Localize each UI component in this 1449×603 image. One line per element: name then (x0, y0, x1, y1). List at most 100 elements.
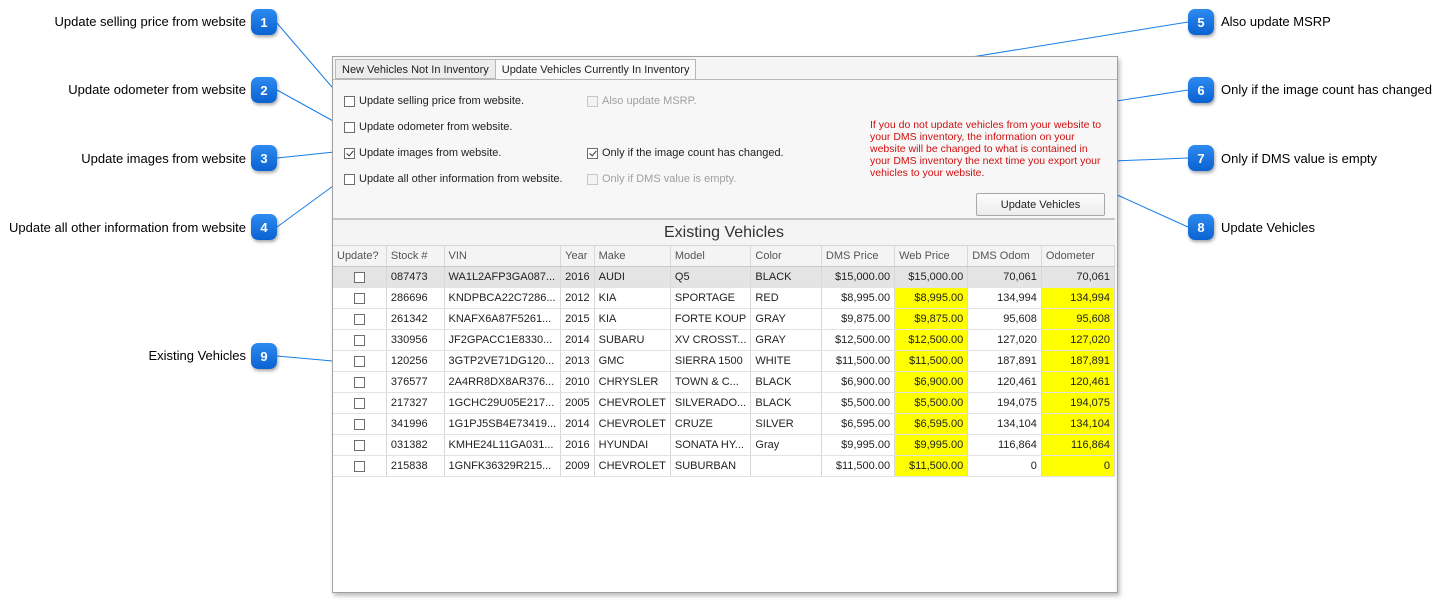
make-cell: SUBARU (594, 329, 671, 351)
table-row[interactable]: 261342 KNAFX6A87F5261... 2015 KIA FORTE KOUP… (333, 308, 1116, 330)
model-cell: FORTE KOUP (670, 308, 752, 330)
tab-new-vehicles[interactable]: New Vehicles Not In Inventory (335, 59, 496, 79)
row-update-checkbox[interactable] (353, 334, 365, 346)
stock-cell: 261342 (386, 308, 445, 330)
year-cell: 2016 (560, 434, 595, 456)
row-update-checkbox[interactable] (353, 355, 365, 367)
web-price-cell: $12,500.00 (894, 329, 969, 351)
table-row[interactable]: 330956 JF2GPACC1E8330... 2014 SUBARU XV CROS… (333, 329, 1116, 351)
update-odometer-option[interactable]: Update odometer from website. (344, 121, 512, 133)
column-header-vin[interactable]: VIN (444, 246, 562, 267)
color-cell: BLACK (750, 392, 822, 414)
dms-price-cell: $8,995.00 (821, 287, 896, 309)
update-odometer-label: Update odometer from website. (359, 121, 513, 133)
column-header-dms-odom[interactable]: DMS Odom (967, 246, 1042, 267)
make-cell: HYUNDAI (594, 434, 671, 456)
dms-value-empty-checkbox[interactable] (587, 173, 598, 185)
tab-strip: New Vehicles Not In Inventory Update Veh… (335, 59, 697, 81)
stock-cell: 217327 (386, 392, 445, 414)
stock-cell: 286696 (386, 287, 445, 309)
web-price-cell: $9,995.00 (894, 434, 969, 456)
model-cell: SIERRA 1500 (670, 350, 752, 372)
dms-odom-cell: 95,608 (967, 308, 1042, 330)
row-update-checkbox[interactable] (353, 397, 365, 409)
image-count-changed-checkbox[interactable] (587, 147, 598, 159)
dms-price-cell: $9,875.00 (821, 308, 896, 330)
row-update-checkbox[interactable] (353, 313, 365, 325)
update-selling-price-checkbox[interactable] (344, 95, 355, 107)
table-row[interactable]: 120256 3GTP2VE71DG120... 2013 GMC SIERRA 150… (333, 350, 1116, 372)
image-count-changed-option[interactable]: Only if the image count has changed. (587, 147, 784, 159)
dms-price-cell: $5,500.00 (821, 392, 896, 414)
row-update-checkbox[interactable] (353, 418, 365, 430)
update-all-other-option[interactable]: Update all other information from websit… (344, 173, 563, 185)
row-update-checkbox[interactable] (353, 439, 365, 451)
column-header-model[interactable]: Model (670, 246, 752, 267)
odometer-cell: 70,061 (1041, 266, 1116, 288)
stock-cell: 215838 (386, 455, 445, 477)
stock-cell: 376577 (386, 371, 445, 393)
table-row[interactable]: 217327 1GCHC29U05E217... 2005 CHEVROLET SILV… (333, 392, 1116, 414)
stock-cell: 120256 (386, 350, 445, 372)
model-cell: CRUZE (670, 413, 752, 435)
tab-update-vehicles[interactable]: Update Vehicles Currently In Inventory (494, 59, 697, 81)
update-selling-price-option[interactable]: Update selling price from website. (344, 95, 524, 107)
model-cell: Q5 (670, 266, 752, 288)
callout-badge-5: 5 (1188, 9, 1214, 35)
update-cell (333, 392, 387, 414)
vin-cell: 1G1PJ5SB4E73419... (444, 413, 562, 435)
dms-price-cell: $11,500.00 (821, 350, 896, 372)
make-cell: GMC (594, 350, 671, 372)
column-header-odometer[interactable]: Odometer (1041, 246, 1116, 267)
update-images-checkbox[interactable] (344, 147, 355, 159)
row-update-checkbox[interactable] (353, 376, 365, 388)
column-header-web-price[interactable]: Web Price (894, 246, 969, 267)
column-header-make[interactable]: Make (594, 246, 671, 267)
dms-value-empty-option[interactable]: Only if DMS value is empty. (587, 173, 736, 185)
vin-cell: 2A4RR8DX8AR376... (444, 371, 562, 393)
column-header-year[interactable]: Year (560, 246, 595, 267)
column-header-dms-price[interactable]: DMS Price (821, 246, 896, 267)
web-price-cell: $11,500.00 (894, 455, 969, 477)
callout-badge-7: 7 (1188, 145, 1214, 171)
dms-price-cell: $12,500.00 (821, 329, 896, 351)
also-update-msrp-option[interactable]: Also update MSRP. (587, 95, 697, 107)
callout-badge-1: 1 (251, 9, 277, 35)
vin-cell: 1GCHC29U05E217... (444, 392, 562, 414)
dms-odom-cell: 134,994 (967, 287, 1042, 309)
vehicles-table: Update? Stock # VIN Year Make Model Colo… (333, 246, 1116, 477)
column-header-stock[interactable]: Stock # (386, 246, 445, 267)
row-update-checkbox[interactable] (353, 460, 365, 472)
callout-badge-8: 8 (1188, 214, 1214, 240)
update-images-option[interactable]: Update images from website. (344, 147, 501, 159)
column-header-color[interactable]: Color (750, 246, 822, 267)
tab-panel-update-vehicles: Update selling price from website. Updat… (333, 79, 1117, 592)
odometer-cell: 127,020 (1041, 329, 1116, 351)
dms-odom-cell: 127,020 (967, 329, 1042, 351)
callout-label-5: Also update MSRP (1221, 14, 1331, 29)
model-cell: XV CROSST... (670, 329, 752, 351)
update-cell (333, 350, 387, 372)
dms-odom-cell: 116,864 (967, 434, 1042, 456)
table-row[interactable]: 087473 WA1L2AFP3GA087... 2016 AUDI Q5 BLACK $1… (333, 266, 1116, 288)
make-cell: KIA (594, 287, 671, 309)
web-price-cell: $6,900.00 (894, 371, 969, 393)
also-update-msrp-checkbox[interactable] (587, 95, 598, 107)
warning-note: If you do not update vehicles from your … (870, 119, 1102, 179)
table-row[interactable]: 341996 1G1PJ5SB4E73419... 2014 CHEVROLET CRU… (333, 413, 1116, 435)
model-cell: SONATA HY... (670, 434, 752, 456)
table-row[interactable]: 286696 KNDPBCA22C7286... 2012 KIA SPORTAGE RE… (333, 287, 1116, 309)
color-cell: GRAY (750, 329, 822, 351)
row-update-checkbox[interactable] (353, 292, 365, 304)
column-header-update[interactable]: Update? (333, 246, 387, 267)
table-row[interactable]: 031382 KMHE24L11GA031... 2016 HYUNDAI SONATA… (333, 434, 1116, 456)
dms-odom-cell: 0 (967, 455, 1042, 477)
model-cell: SPORTAGE (670, 287, 752, 309)
update-vehicles-button[interactable]: Update Vehicles (976, 193, 1105, 216)
table-row[interactable]: 215838 1GNFK36329R215... 2009 CHEVROLET SUBU… (333, 455, 1116, 477)
update-all-other-checkbox[interactable] (344, 173, 355, 185)
row-update-checkbox[interactable] (353, 271, 365, 283)
odometer-cell: 194,075 (1041, 392, 1116, 414)
update-odometer-checkbox[interactable] (344, 121, 355, 133)
table-row[interactable]: 376577 2A4RR8DX8AR376... 2010 CHRYSLER TOWN … (333, 371, 1116, 393)
